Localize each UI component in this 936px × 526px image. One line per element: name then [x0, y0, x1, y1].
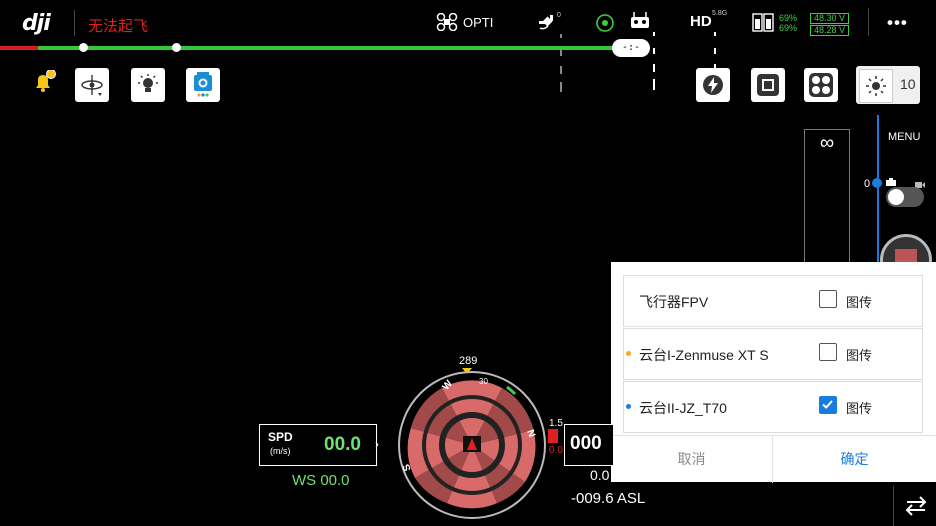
battery-indicator[interactable]: 69% 69%: [752, 11, 797, 38]
metering-mode-button[interactable]: [751, 68, 785, 102]
zoom-slider[interactable]: ∞: [804, 129, 850, 271]
notification-button[interactable]: [32, 69, 56, 99]
switch-view-button[interactable]: [893, 486, 936, 526]
infinity-focus-label: ∞: [819, 132, 835, 154]
battery-percent-2: 69%: [779, 23, 798, 33]
grid-layout-button[interactable]: [804, 68, 838, 102]
camera-layers-icon: [194, 72, 212, 97]
satellite-icon: [539, 15, 553, 30]
compass-tick-label: 30: [479, 377, 488, 386]
zoom-level-handle[interactable]: [872, 178, 882, 188]
timeline-marker: [172, 43, 181, 52]
fpv-checkbox[interactable]: [819, 290, 837, 308]
checkbox-label: 图传: [846, 348, 873, 363]
sun-icon: [866, 76, 886, 96]
drone-icon: [436, 12, 458, 32]
altitude-asl: -009.6 ASL: [571, 490, 646, 507]
quad-grid-icon: [809, 73, 833, 97]
camera-switch-button[interactable]: [186, 68, 220, 102]
cancel-button[interactable]: 取消: [611, 436, 772, 483]
auxiliary-light-button[interactable]: [131, 68, 165, 102]
gimbal2-checkbox[interactable]: [819, 396, 837, 414]
checkmark-icon: [822, 400, 833, 409]
speed-value: 00.0: [324, 434, 361, 455]
altitude-value: 000: [570, 433, 602, 454]
camera-sidebar-line: [877, 115, 879, 270]
source-name: 飞行器FPV: [639, 294, 709, 310]
speed-unit: (m/s): [270, 446, 291, 456]
lightbulb-icon: [138, 74, 158, 92]
menu-button[interactable]: MENU: [888, 131, 920, 143]
panel-actions: 取消 确定: [611, 435, 936, 483]
swap-arrows-icon: [905, 496, 927, 516]
bell-icon: [36, 69, 56, 92]
altitude-warning-marker: [548, 429, 558, 443]
gimbal1-row[interactable]: 云台I-Zenmuse XT S 图传: [623, 328, 923, 380]
obstacle-radar: [397, 370, 547, 525]
voltage-indicator[interactable]: 48.30 V 48.28 V: [810, 13, 850, 36]
spot-metering-icon: [757, 74, 779, 96]
flash-mode-button[interactable]: [696, 68, 730, 102]
remote-controller-icon: [631, 12, 649, 28]
more-menu-button[interactable]: •••: [887, 13, 908, 33]
source-name: 云台I-Zenmuse XT S: [639, 347, 769, 363]
wind-speed: WS 00.0: [292, 472, 350, 489]
altitude-small: 1.5: [549, 418, 563, 429]
video-link-indicator[interactable]: HD 5.8G: [690, 10, 727, 90]
source-name: 云台II-JZ_T70: [639, 400, 727, 416]
brightness-button[interactable]: [859, 69, 893, 103]
voltage-1: 48.30 V: [810, 13, 850, 24]
gimbal1-indicator-dot: [626, 351, 631, 356]
speed-label: SPD: [268, 430, 293, 444]
hd-frequency: 5.8G: [712, 10, 728, 17]
hd-label: HD: [690, 13, 712, 30]
gimbal1-checkbox[interactable]: [819, 343, 837, 361]
gps-count: 0: [557, 12, 561, 19]
top-status-bar: dji 无法起飞 OPTI 0 HD 5.8G 69% 69% 48.30 V …: [0, 0, 936, 92]
fpv-row[interactable]: 飞行器FPV 图传: [623, 275, 923, 327]
speed-pointer-icon: ›: [375, 437, 379, 451]
dual-battery-icon: [752, 13, 774, 32]
radar-display: [398, 371, 546, 519]
flight-mode-label: OPTI: [463, 15, 494, 30]
speed-indicator: SPD (m/s) 00.0: [259, 424, 377, 466]
gimbal2-indicator-dot: [626, 404, 631, 409]
exposure-value: 10: [900, 76, 916, 92]
confirm-button[interactable]: 确定: [773, 436, 936, 483]
altitude-indicator: 000: [564, 424, 613, 466]
photo-video-toggle[interactable]: [886, 187, 924, 207]
exposure-control[interactable]: 10: [856, 66, 920, 104]
remaining-time-pill: -:-: [612, 39, 650, 57]
checkbox-label: 图传: [846, 295, 873, 310]
rc-signal-indicator[interactable]: [629, 11, 655, 90]
battery-percent-1: 69%: [779, 13, 798, 23]
vision-system-indicator[interactable]: [595, 13, 615, 38]
divider: [74, 10, 75, 36]
divider: [868, 8, 869, 36]
vertical-speed: 0.0: [590, 467, 610, 483]
gimbal2-row[interactable]: 云台II-JZ_T70 图传: [623, 381, 923, 433]
map-orientation-button[interactable]: [75, 68, 109, 102]
gps-indicator[interactable]: 0: [538, 12, 562, 92]
lightning-icon: [703, 75, 723, 95]
voltage-2: 48.28 V: [810, 25, 850, 36]
zoom-level-label: 0: [864, 178, 871, 190]
flight-status-text[interactable]: 无法起飞: [88, 15, 148, 36]
heading-value: 289: [459, 355, 478, 367]
vision-sensor-icon: [596, 14, 614, 32]
compass-orbit-icon: [81, 75, 103, 96]
altitude-red-value: 0.0: [549, 445, 563, 456]
flight-mode-indicator[interactable]: OPTI: [436, 12, 493, 36]
battery-timeline-bar: [0, 46, 630, 50]
dji-logo[interactable]: dji: [22, 11, 51, 36]
video-source-panel: 飞行器FPV 图传 云台I-Zenmuse XT S 图传 云台II-JZ_T7…: [611, 262, 936, 483]
checkbox-label: 图传: [846, 401, 873, 416]
timeline-marker: [79, 43, 88, 52]
